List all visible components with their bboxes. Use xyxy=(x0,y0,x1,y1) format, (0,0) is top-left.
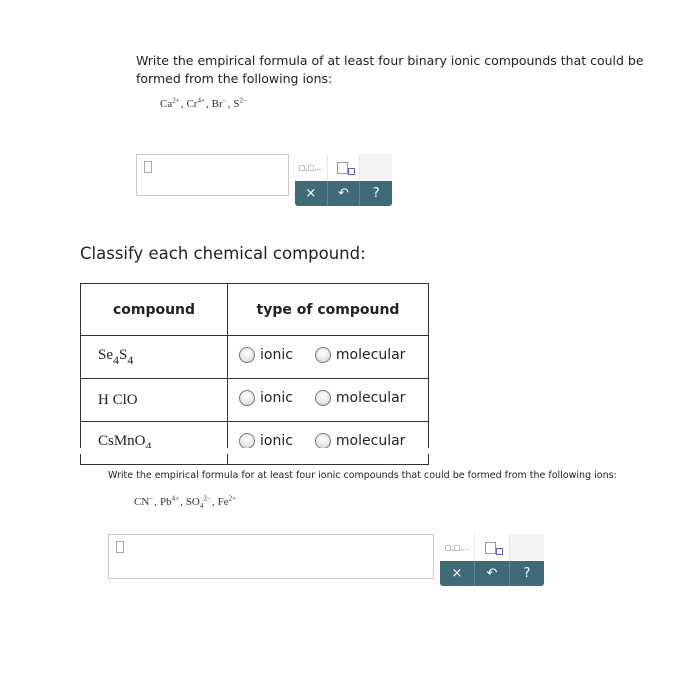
undo-button[interactable]: ↶ xyxy=(328,181,361,206)
compound-formula: H ClO xyxy=(80,378,228,422)
radio-label: ionic xyxy=(260,433,293,449)
radio-option-molecular[interactable]: molecular xyxy=(314,390,406,406)
undo-icon: ↶ xyxy=(486,566,498,581)
help-icon: ? xyxy=(523,566,531,581)
list-template-button[interactable]: □,□,... xyxy=(295,154,328,181)
radio-option-molecular[interactable]: molecular xyxy=(314,347,406,363)
text-cursor-icon xyxy=(116,541,124,553)
radio-button[interactable] xyxy=(239,433,255,449)
classify-heading: Classify each chemical compound: xyxy=(80,244,366,263)
compound-formula: CsMnO4 xyxy=(80,421,228,465)
radio-option-ionic[interactable]: ionic xyxy=(239,347,293,363)
radio-option-molecular[interactable]: molecular xyxy=(314,433,406,449)
subscript-button[interactable] xyxy=(475,534,510,561)
list-template-icon: □,□,... xyxy=(298,163,324,172)
question1-ion-list: Ca2+, Cr4+, Br−, S2− xyxy=(160,96,247,110)
help-icon: ? xyxy=(372,186,380,201)
column-header-type: type of compound xyxy=(227,283,429,336)
radio-label: molecular xyxy=(335,347,406,363)
close-icon: × xyxy=(451,566,463,581)
help-button[interactable]: ? xyxy=(360,181,392,206)
ion: CN− xyxy=(134,494,154,508)
table-row: CsMnO4 ionic molecular xyxy=(80,421,429,465)
close-icon: × xyxy=(305,186,317,201)
ion: Br− xyxy=(211,96,227,110)
undo-icon: ↶ xyxy=(338,186,349,201)
clear-button[interactable]: × xyxy=(295,181,328,206)
ion: Cr4+ xyxy=(186,96,205,110)
ion: SO42− xyxy=(185,494,211,510)
ion: S2− xyxy=(233,96,247,110)
toolbar-empty-slot xyxy=(360,154,393,181)
radio-button[interactable] xyxy=(239,390,255,406)
radio-button[interactable] xyxy=(314,347,331,363)
question1-answer-input[interactable] xyxy=(136,154,289,196)
radio-option-ionic[interactable]: ionic xyxy=(239,390,293,406)
question2-answer-input[interactable] xyxy=(108,534,434,579)
ion: Ca2+ xyxy=(160,96,180,110)
toolbar-empty-slot xyxy=(510,534,544,561)
radio-label: molecular xyxy=(335,433,406,449)
radio-label: ionic xyxy=(260,347,293,363)
question1-prompt: Write the empirical formula of at least … xyxy=(136,53,644,86)
undo-button[interactable]: ↶ xyxy=(475,561,510,586)
question2-ion-list: CN−, Pb4+, SO42−, Fe2+ xyxy=(134,494,237,510)
compound-type-options: ionic molecular xyxy=(227,378,429,422)
radio-option-ionic[interactable]: ionic xyxy=(239,433,293,449)
ion: Pb4+ xyxy=(159,494,180,508)
radio-label: molecular xyxy=(335,390,406,406)
compound-type-options: ionic molecular xyxy=(227,421,429,465)
list-template-icon: □,□,... xyxy=(444,543,470,552)
compound-type-options: ionic molecular xyxy=(227,335,429,379)
radio-button[interactable] xyxy=(239,347,255,363)
question2-prompt: Write the empirical formula for at least… xyxy=(108,470,617,481)
radio-button[interactable] xyxy=(314,390,331,406)
question1-math-toolbar: □,□,... × ↶ ? xyxy=(295,154,393,206)
text-cursor-icon xyxy=(144,161,152,173)
subscript-button[interactable] xyxy=(327,154,361,181)
column-header-compound: compound xyxy=(80,283,228,336)
clear-button[interactable]: × xyxy=(440,561,475,586)
radio-button[interactable] xyxy=(314,433,331,449)
table-crop-edge xyxy=(78,448,430,454)
radio-label: ionic xyxy=(260,390,293,406)
table-row: Se4S4 ionic molecular xyxy=(80,335,429,379)
ion: Fe2+ xyxy=(217,494,237,508)
compound-formula: Se4S4 xyxy=(80,335,228,379)
classification-table: compound type of compound Se4S4 ionic mole… xyxy=(80,283,429,465)
question2-math-toolbar: □,□,... × ↶ ? xyxy=(440,534,544,586)
help-button[interactable]: ? xyxy=(510,561,544,586)
list-template-button[interactable]: □,□,... xyxy=(440,534,475,561)
subscript-box-icon xyxy=(485,541,503,555)
subscript-box-icon xyxy=(336,161,355,175)
table-row: H ClO ionic molecular xyxy=(80,378,429,422)
